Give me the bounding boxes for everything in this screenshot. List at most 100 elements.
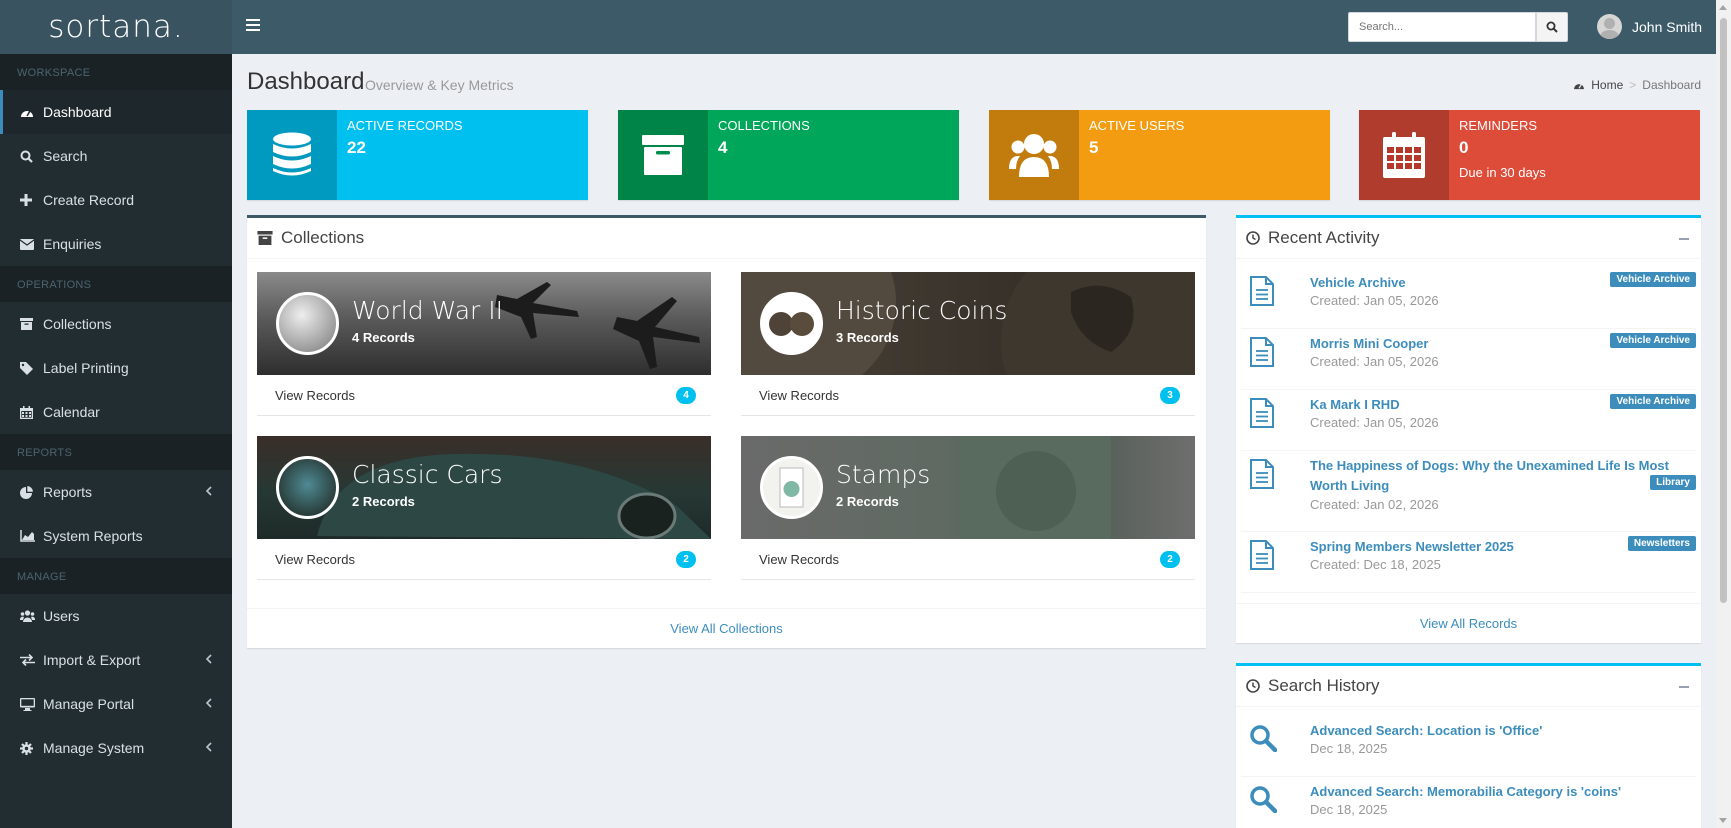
view-records-label: View Records: [759, 551, 839, 567]
view-records-label: View Records: [275, 551, 355, 567]
search-icon: [1250, 786, 1277, 813]
document-icon: [1250, 337, 1274, 367]
scroll-down-arrow-icon[interactable]: [1719, 818, 1727, 823]
desktop-icon: [20, 697, 43, 711]
sidebar-item-users[interactable]: Users: [0, 594, 232, 638]
view-all-records-link[interactable]: View All Records: [1236, 603, 1701, 643]
breadcrumb: Home > Dashboard: [1573, 78, 1701, 92]
collection-card-stamps[interactable]: Stamps 2 Records View Records 2: [741, 436, 1195, 580]
sidebar-header-manage: MANAGE: [0, 558, 232, 594]
collection-card-world-war-ii[interactable]: World War II 4 Records View Records 4: [257, 272, 711, 416]
sidebar-item-reports[interactable]: Reports: [0, 470, 232, 514]
sidebar-item-collections[interactable]: Collections: [0, 302, 232, 346]
sidebar-item-label: Search: [43, 148, 88, 164]
sidebar-item-label: System Reports: [43, 528, 143, 544]
list-item[interactable]: Spring Members Newsletter 2025 Created: …: [1241, 532, 1696, 593]
info-box-value: 4: [718, 138, 728, 157]
scroll-up-arrow-icon[interactable]: [1719, 5, 1727, 10]
info-box-collections[interactable]: COLLECTIONS 4: [618, 110, 959, 200]
collection-thumbnail: [276, 292, 339, 355]
document-icon: [1250, 276, 1274, 306]
collapse-button[interactable]: [1679, 238, 1689, 240]
sidebar-item-dashboard[interactable]: Dashboard: [0, 90, 232, 134]
sidebar-item-label: Collections: [43, 316, 112, 332]
plus-icon: [20, 194, 43, 206]
sidebar-item-manage-portal[interactable]: Manage Portal: [0, 682, 232, 726]
scrollbar-thumb[interactable]: [1720, 18, 1727, 603]
collection-banner: Historic Coins 3 Records: [741, 272, 1195, 375]
view-records-link[interactable]: View Records 2: [257, 539, 711, 580]
sidebar-item-label: Create Record: [43, 192, 135, 208]
user-menu[interactable]: John Smith: [1597, 14, 1702, 39]
info-box-subtext: Due in 30 days: [1459, 165, 1546, 180]
info-box-value: 5: [1089, 138, 1099, 157]
sidebar-item-label: Calendar: [43, 404, 100, 420]
page-title: Dashboard: [247, 68, 365, 95]
sidebar-item-label-printing[interactable]: Label Printing: [0, 346, 232, 390]
sidebar-header-workspace: WORKSPACE: [0, 54, 232, 90]
document-icon: [1250, 459, 1274, 489]
page-scrollbar[interactable]: [1716, 0, 1731, 828]
sidebar-item-calendar[interactable]: Calendar: [0, 390, 232, 434]
sidebar-item-system-reports[interactable]: System Reports: [0, 514, 232, 558]
sidebar-item-label: Manage Portal: [43, 696, 135, 712]
list-item[interactable]: Advanced Search: Location is 'Office' De…: [1241, 716, 1696, 777]
view-all-collections-link[interactable]: View All Collections: [247, 608, 1206, 648]
info-box-active-records[interactable]: ACTIVE RECORDS 22: [247, 110, 588, 200]
breadcrumb-home[interactable]: Home: [1591, 78, 1623, 92]
top-navbar: sortana. John Smith: [0, 0, 1716, 54]
record-count-badge: 2: [676, 551, 696, 568]
category-label: Library: [1650, 475, 1696, 490]
info-box-reminders[interactable]: REMINDERS 0 Due in 30 days: [1359, 110, 1700, 200]
clock-icon: [1246, 679, 1260, 693]
search-history-date: Dec 18, 2025: [1310, 802, 1388, 817]
search-history-panel: Search History Advanced Search: Location…: [1236, 663, 1701, 828]
recent-activity-panel: Recent Activity Vehicle Archive Created:…: [1236, 215, 1701, 643]
collection-thumbnail: [760, 456, 823, 519]
app-logo[interactable]: sortana.: [0, 0, 232, 54]
collection-thumbnail: [276, 456, 339, 519]
collapse-button[interactable]: [1679, 686, 1689, 688]
search-icon: [1546, 21, 1558, 33]
sidebar-item-create-record[interactable]: Create Record: [0, 178, 232, 222]
list-item[interactable]: Vehicle Archive Created: Jan 05, 2026 Ve…: [1241, 268, 1696, 329]
recent-activity-title: Recent Activity: [1268, 228, 1380, 247]
sidebar-item-import-export[interactable]: Import & Export: [0, 638, 232, 682]
search-button[interactable]: [1536, 12, 1568, 42]
search-history-query[interactable]: Advanced Search: Memorabilia Category is…: [1310, 782, 1690, 802]
search-history-query[interactable]: Advanced Search: Location is 'Office': [1310, 721, 1690, 741]
document-icon: [1250, 540, 1274, 570]
gear-icon: [20, 741, 43, 755]
collection-name: World War II: [352, 296, 504, 325]
list-item[interactable]: Ka Mark I RHD Created: Jan 05, 2026 Vehi…: [1241, 390, 1696, 451]
collection-card-classic-cars[interactable]: Classic Cars 2 Records View Records 2: [257, 436, 711, 580]
record-count-badge: 2: [1160, 551, 1180, 568]
info-box-active-users[interactable]: ACTIVE USERS 5: [989, 110, 1330, 200]
document-icon: [1250, 398, 1274, 428]
view-records-link[interactable]: View Records 4: [257, 375, 711, 416]
sidebar-item-manage-system[interactable]: Manage System: [0, 726, 232, 770]
sidebar-header-reports: REPORTS: [0, 434, 232, 470]
view-records-link[interactable]: View Records 3: [741, 375, 1195, 416]
sidebar-item-enquiries[interactable]: Enquiries: [0, 222, 232, 266]
list-item[interactable]: Advanced Search: Memorabilia Category is…: [1241, 777, 1696, 828]
collection-card-historic-coins[interactable]: Historic Coins 3 Records View Records 3: [741, 272, 1195, 416]
collection-name: Classic Cars: [352, 460, 503, 489]
avatar: [1597, 14, 1622, 39]
chevron-left-icon: [205, 698, 212, 708]
collection-count: 2 Records: [352, 494, 415, 509]
aircraft-image: [495, 282, 700, 369]
users-icon: [20, 610, 43, 622]
record-count-badge: 4: [676, 387, 696, 404]
sidebar-item-label: Users: [43, 608, 80, 624]
sidebar-toggle-icon[interactable]: [246, 19, 260, 31]
sidebar-item-search[interactable]: Search: [0, 134, 232, 178]
info-box-label: COLLECTIONS: [718, 118, 810, 133]
search-input[interactable]: [1348, 12, 1536, 42]
activity-title[interactable]: The Happiness of Dogs: Why the Unexamine…: [1310, 456, 1695, 496]
list-item[interactable]: Morris Mini Cooper Created: Jan 05, 2026…: [1241, 329, 1696, 390]
info-box-label: ACTIVE RECORDS: [347, 118, 463, 133]
list-item[interactable]: The Happiness of Dogs: Why the Unexamine…: [1241, 451, 1696, 532]
view-records-link[interactable]: View Records 2: [741, 539, 1195, 580]
collection-thumbnail: [760, 292, 823, 355]
